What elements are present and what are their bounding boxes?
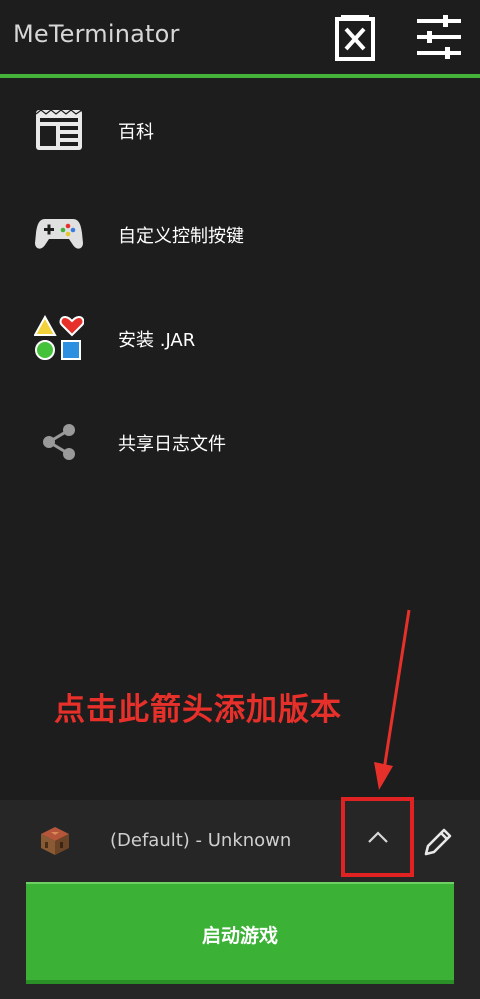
menu-item-label: 百科	[118, 122, 154, 143]
top-app-bar: MeTerminator	[0, 0, 480, 78]
pencil-icon	[424, 828, 452, 856]
wiki-icon	[34, 105, 84, 155]
menu-item-custom-controls[interactable]: 自定义控制按键	[0, 194, 480, 274]
settings-button[interactable]	[414, 12, 464, 62]
menu-item-label: 共享日志文件	[118, 434, 226, 455]
app-title: MeTerminator	[13, 20, 180, 48]
version-selector-label[interactable]: (Default) - Unknown	[110, 830, 291, 851]
menu-item-share-logs[interactable]: 共享日志文件	[0, 402, 480, 482]
settings-sliders-icon	[417, 15, 461, 59]
annotation-text: 点击此箭头添加版本	[54, 692, 342, 728]
launch-game-button[interactable]: 启动游戏	[26, 882, 454, 984]
gamepad-icon	[34, 209, 84, 259]
expand-versions-button[interactable]	[341, 797, 414, 877]
shapes-icon	[34, 313, 84, 363]
crafting-table-icon	[40, 826, 70, 856]
menu-item-install-jar[interactable]: 安装 .JAR	[0, 298, 480, 378]
menu-item-label: 安装 .JAR	[118, 330, 196, 351]
edit-version-button[interactable]	[418, 822, 458, 862]
share-icon	[34, 417, 84, 467]
delete-button[interactable]	[330, 12, 380, 62]
chevron-up-icon	[367, 831, 388, 843]
menu-item-label: 自定义控制按键	[118, 226, 244, 247]
delete-profile-icon	[335, 15, 375, 61]
menu-item-wiki[interactable]: 百科	[0, 90, 480, 170]
